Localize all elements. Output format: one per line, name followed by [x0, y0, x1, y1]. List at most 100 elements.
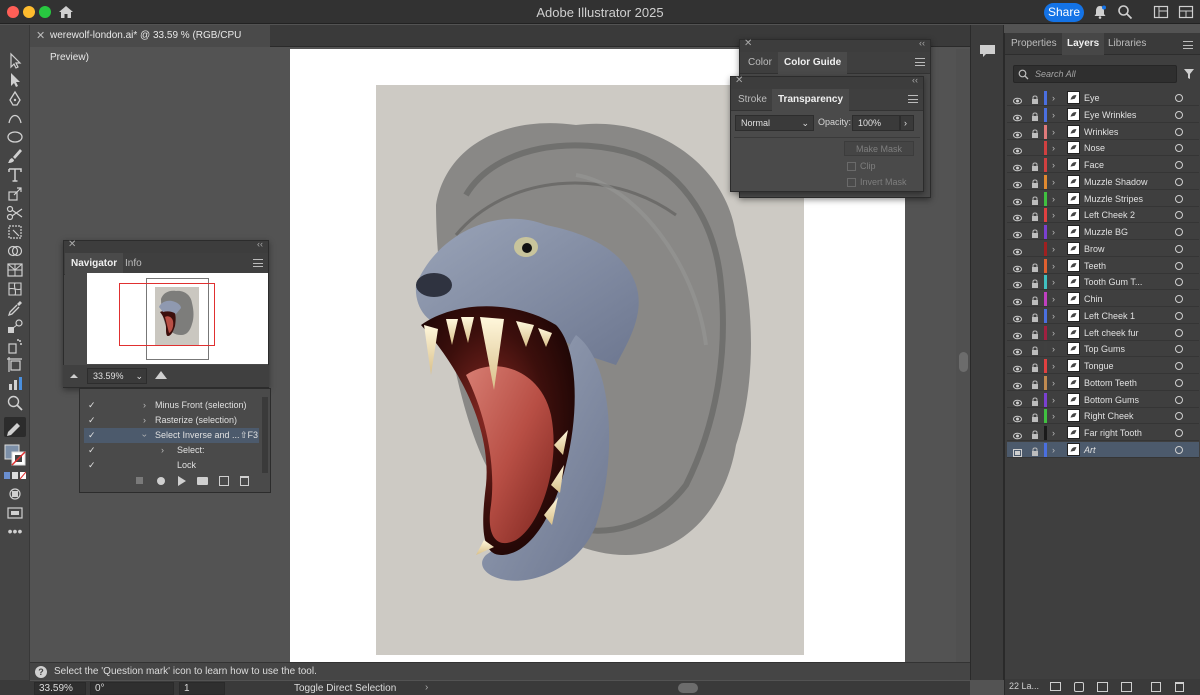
bell-icon[interactable]	[1092, 4, 1108, 20]
type-tool-icon[interactable]	[6, 166, 24, 184]
curvature-tool-icon[interactable]	[6, 109, 24, 127]
check-icon[interactable]: ✓	[88, 443, 98, 458]
target-icon[interactable]	[1175, 110, 1183, 119]
target-icon[interactable]	[1175, 429, 1183, 437]
close-panel-icon[interactable]: ✕	[735, 75, 743, 86]
lock-icon[interactable]	[1031, 378, 1039, 389]
eye-icon[interactable]	[1013, 278, 1022, 289]
layer-row[interactable]: › Eye Wrinkles	[1007, 107, 1199, 123]
close-tab-icon[interactable]: ✕	[36, 25, 45, 47]
target-icon[interactable]	[1175, 278, 1183, 287]
zoom-level-select[interactable]: 33.59%	[34, 682, 86, 695]
layer-row[interactable]: › Muzzle Shadow	[1007, 174, 1199, 190]
color-mode-icons[interactable]	[4, 471, 27, 481]
lock-icon[interactable]	[1031, 160, 1039, 171]
chevron-right-icon[interactable]: ›	[143, 398, 146, 413]
chevron-right-icon[interactable]: ›	[1052, 124, 1055, 140]
collapse-panel-icon[interactable]: ‹‹	[919, 38, 925, 48]
folder-icon[interactable]	[197, 477, 208, 485]
target-icon[interactable]	[1175, 445, 1183, 454]
target-icon[interactable]	[1175, 211, 1183, 220]
target-icon[interactable]	[1175, 244, 1183, 253]
lock-icon[interactable]	[1031, 210, 1039, 222]
clipping-mask-icon[interactable]	[1097, 682, 1108, 692]
new-sublayer-icon[interactable]	[1121, 682, 1132, 692]
tab-stroke[interactable]: Stroke	[732, 89, 773, 111]
layer-row[interactable]: › Chin	[1007, 291, 1199, 307]
chevron-right-icon[interactable]: ›	[425, 682, 428, 693]
tab-layers[interactable]: Layers	[1062, 33, 1105, 55]
layer-row[interactable]: › Far right Tooth	[1007, 425, 1199, 441]
layer-row[interactable]: › Wrinkles	[1007, 124, 1199, 140]
layer-row[interactable]: › Muzzle Stripes	[1007, 191, 1199, 207]
eye-icon[interactable]	[1013, 178, 1022, 189]
eye-icon[interactable]	[1013, 262, 1022, 272]
mesh-tool-icon[interactable]	[6, 280, 24, 298]
new-action-icon[interactable]	[219, 476, 229, 486]
chevron-right-icon[interactable]: ›	[161, 443, 164, 458]
lock-icon[interactable]	[1031, 311, 1039, 322]
scale-tool-icon[interactable]	[6, 185, 24, 203]
layer-row[interactable]: › Tongue	[1007, 358, 1199, 374]
lock-icon[interactable]	[1031, 277, 1039, 289]
target-icon[interactable]	[1175, 144, 1183, 153]
zoom-tool-icon[interactable]	[6, 394, 24, 412]
chevron-right-icon[interactable]: ›	[143, 413, 146, 428]
fill-stroke-swatch[interactable]	[3, 443, 27, 467]
layer-row[interactable]: › Eye	[1007, 90, 1199, 106]
lock-icon[interactable]	[1031, 445, 1039, 456]
layer-row[interactable]: › Nose	[1007, 140, 1199, 157]
target-icon[interactable]	[1175, 395, 1183, 404]
chevron-right-icon[interactable]: ›	[1052, 358, 1055, 374]
artboard-tool-icon[interactable]	[6, 356, 24, 374]
panels-icon[interactable]	[1178, 4, 1194, 20]
blend-tool-icon[interactable]	[6, 318, 24, 336]
shape-builder-tool-icon[interactable]	[6, 242, 24, 260]
eye-icon[interactable]	[1013, 362, 1022, 373]
tab-libraries[interactable]: Libraries	[1103, 33, 1151, 55]
check-icon[interactable]: ✓	[88, 413, 98, 428]
lock-icon[interactable]	[1031, 294, 1039, 305]
chevron-right-icon[interactable]: ›	[1052, 140, 1055, 156]
eye-icon[interactable]	[1013, 412, 1022, 423]
rotation-select[interactable]: 0°	[90, 682, 174, 695]
paintbrush-tool-icon[interactable]	[6, 147, 24, 165]
eye-icon[interactable]	[1013, 94, 1022, 105]
action-row[interactable]: ✓ Lock	[84, 458, 259, 473]
target-icon[interactable]	[1175, 295, 1183, 303]
layer-row[interactable]: › Left cheek fur	[1007, 325, 1199, 341]
opacity-input[interactable]: 100%	[852, 115, 900, 131]
chevron-right-icon[interactable]: ›	[1052, 375, 1055, 391]
layer-row[interactable]: › Bottom Teeth	[1007, 375, 1199, 391]
panel-menu-icon[interactable]	[253, 259, 263, 267]
record-icon[interactable]	[157, 477, 165, 485]
opacity-slider-arrow[interactable]: ›	[900, 115, 914, 131]
target-icon[interactable]	[1175, 378, 1183, 387]
chevron-right-icon[interactable]: ›	[1052, 90, 1055, 106]
tab-info[interactable]: Info	[119, 253, 148, 275]
chevron-right-icon[interactable]: ›	[1052, 191, 1055, 207]
more-tools-icon[interactable]: •••	[6, 524, 24, 543]
clip-checkbox[interactable]	[847, 162, 856, 171]
chevron-right-icon[interactable]: ›	[1052, 392, 1055, 408]
trash-icon[interactable]	[1175, 682, 1184, 692]
eye-icon[interactable]	[1013, 329, 1022, 339]
artboard-number-select[interactable]: 1	[179, 682, 225, 695]
eye-icon[interactable]	[1013, 228, 1022, 239]
edit-toolbar-icon[interactable]	[4, 417, 26, 437]
eye-icon[interactable]	[1013, 312, 1022, 323]
layer-row[interactable]: › Face	[1007, 157, 1199, 173]
close-panel-icon[interactable]: ✕	[68, 239, 76, 250]
layers-search-input[interactable]: Search All	[1013, 65, 1177, 83]
question-mark-icon[interactable]: ?	[35, 666, 47, 678]
workspace-switcher-icon[interactable]	[1153, 4, 1169, 20]
layer-row[interactable]: › Left Cheek 1	[1007, 308, 1199, 324]
target-icon[interactable]	[1175, 362, 1183, 370]
play-icon[interactable]	[178, 476, 186, 486]
lock-icon[interactable]	[1031, 395, 1039, 406]
layer-row[interactable]: › Right Cheek	[1007, 408, 1199, 425]
action-row[interactable]: ✓ › Rasterize (selection)	[84, 413, 259, 428]
layer-row[interactable]: › Teeth	[1007, 258, 1199, 274]
free-transform-tool-icon[interactable]	[6, 223, 24, 241]
eye-icon[interactable]	[1013, 245, 1022, 256]
